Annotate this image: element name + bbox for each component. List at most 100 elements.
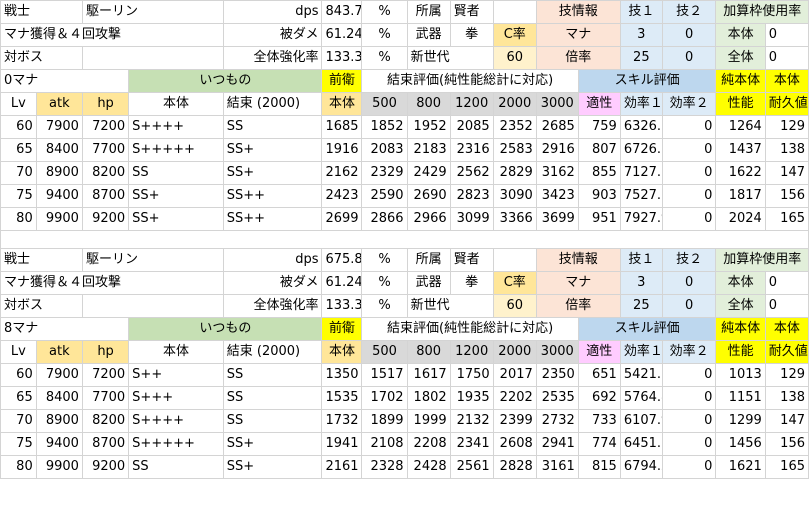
all-label[interactable]: 全体 — [715, 46, 766, 70]
empty-cell[interactable] — [492, 0, 537, 24]
data-cell[interactable]: 6107.9 — [619, 409, 663, 433]
data-cell[interactable]: 2085 — [449, 115, 494, 139]
damage-label[interactable]: 被ダメ — [222, 271, 323, 295]
column-header[interactable]: 2000 — [492, 92, 537, 116]
skill-eval-header[interactable]: スキル評価 — [577, 69, 717, 93]
data-cell[interactable]: 129 — [764, 363, 809, 387]
strength-label[interactable]: 全体強化率 — [222, 46, 323, 70]
data-cell[interactable]: 8200 — [81, 161, 130, 185]
data-cell[interactable]: 3162 — [535, 161, 579, 185]
data-cell[interactable]: 6451.1 — [619, 432, 663, 456]
column-header[interactable]: Lv — [0, 340, 37, 364]
mana-label[interactable]: マナ — [535, 23, 621, 47]
data-cell[interactable]: 8400 — [35, 138, 83, 162]
column-header[interactable]: 効率１ — [619, 92, 663, 116]
multiplier-label[interactable]: 倍率 — [535, 294, 621, 318]
damage-label[interactable]: 被ダメ — [222, 23, 323, 47]
data-cell[interactable]: 2202 — [492, 386, 537, 410]
crit-rate-label[interactable]: C率 — [492, 271, 537, 295]
data-cell[interactable]: 138 — [764, 386, 809, 410]
data-cell[interactable]: 2941 — [535, 432, 579, 456]
data-cell[interactable]: 1517 — [361, 363, 408, 387]
data-cell[interactable]: 2429 — [406, 161, 451, 185]
data-cell[interactable]: 6794.2 — [619, 455, 663, 479]
crit-rate-label[interactable]: C率 — [492, 23, 537, 47]
data-cell[interactable]: 2399 — [492, 409, 537, 433]
data-cell[interactable]: S+++ — [128, 386, 224, 410]
dps-value[interactable]: 675.8 — [321, 248, 363, 272]
data-cell[interactable]: 0 — [661, 432, 717, 456]
front-header[interactable]: 前衛 — [321, 317, 363, 341]
weapon-label[interactable]: 武器 — [406, 271, 451, 295]
column-header[interactable]: 800 — [406, 340, 451, 364]
skill-eval-header[interactable]: スキル評価 — [577, 317, 717, 341]
dps-value[interactable]: 843.7 — [321, 0, 363, 24]
data-cell[interactable]: 2608 — [492, 432, 537, 456]
column-header[interactable]: 効率２ — [661, 92, 717, 116]
data-cell[interactable]: 8700 — [81, 432, 130, 456]
weapon-value[interactable]: 拳 — [449, 271, 494, 295]
column-header[interactable]: 耐久値 — [764, 92, 809, 116]
data-cell[interactable]: 3099 — [449, 207, 494, 231]
skill2-mana[interactable]: 0 — [661, 271, 717, 295]
data-cell[interactable]: 1802 — [406, 386, 451, 410]
usual-header[interactable]: いつもの — [128, 69, 323, 93]
data-cell[interactable]: 2828 — [492, 455, 537, 479]
data-cell[interactable]: 2583 — [492, 138, 537, 162]
data-cell[interactable]: 1437 — [715, 138, 766, 162]
column-header[interactable]: hp — [81, 340, 130, 364]
skill-info-header[interactable]: 技情報 — [535, 0, 621, 24]
data-cell[interactable]: 70 — [0, 409, 37, 433]
skill2-header[interactable]: 技２ — [661, 248, 717, 272]
target-cell[interactable]: 対ボス — [0, 46, 83, 70]
data-cell[interactable]: 7927.9 — [619, 207, 663, 231]
data-cell[interactable]: 2699 — [321, 207, 363, 231]
data-cell[interactable]: 1350 — [321, 363, 363, 387]
data-cell[interactable]: 1013 — [715, 363, 766, 387]
data-cell[interactable]: 1935 — [449, 386, 494, 410]
data-cell[interactable]: 2916 — [535, 138, 579, 162]
data-cell[interactable]: 1899 — [361, 409, 408, 433]
data-cell[interactable]: 1264 — [715, 115, 766, 139]
data-cell[interactable]: 2423 — [321, 184, 363, 208]
skill1-multiplier[interactable]: 25 — [619, 46, 663, 70]
data-cell[interactable]: 2350 — [535, 363, 579, 387]
skill2-header[interactable]: 技２ — [661, 0, 717, 24]
data-cell[interactable]: 8900 — [35, 161, 83, 185]
data-cell[interactable]: 1617 — [406, 363, 451, 387]
data-cell[interactable]: 2866 — [361, 207, 408, 231]
column-header[interactable]: 適性 — [577, 340, 621, 364]
mana-section-label[interactable]: 0マナ — [0, 69, 130, 93]
data-cell[interactable]: 60 — [0, 363, 37, 387]
data-cell[interactable]: 0 — [661, 409, 717, 433]
percent-cell[interactable]: % — [361, 271, 408, 295]
class-cell[interactable]: 戦士 — [0, 0, 83, 24]
affiliation-label[interactable]: 所属 — [406, 248, 451, 272]
strength-value[interactable]: 133.3 — [321, 46, 363, 70]
affiliation-label[interactable]: 所属 — [406, 0, 451, 24]
data-cell[interactable]: 2132 — [449, 409, 494, 433]
column-header[interactable]: 効率１ — [619, 340, 663, 364]
data-cell[interactable]: 1685 — [321, 115, 363, 139]
data-cell[interactable]: 0 — [661, 363, 717, 387]
data-cell[interactable]: 156 — [764, 184, 809, 208]
percent-cell[interactable]: % — [361, 23, 408, 47]
data-cell[interactable]: 80 — [0, 207, 37, 231]
data-cell[interactable]: 2208 — [406, 432, 451, 456]
crit-rate-value[interactable]: 60 — [492, 294, 537, 318]
data-cell[interactable]: 2017 — [492, 363, 537, 387]
skill1-mana[interactable]: 3 — [619, 23, 663, 47]
target-cell[interactable]: 対ボス — [0, 294, 83, 318]
empty-cell[interactable] — [492, 248, 537, 272]
body-header[interactable]: 本体 — [764, 317, 809, 341]
data-cell[interactable]: 8200 — [81, 409, 130, 433]
data-cell[interactable]: 165 — [764, 455, 809, 479]
column-header[interactable]: hp — [81, 92, 130, 116]
data-cell[interactable]: 2823 — [449, 184, 494, 208]
body-label[interactable]: 本体 — [715, 23, 766, 47]
data-cell[interactable]: 2083 — [361, 138, 408, 162]
data-cell[interactable]: 8400 — [35, 386, 83, 410]
data-cell[interactable]: 75 — [0, 432, 37, 456]
data-cell[interactable]: 60 — [0, 115, 37, 139]
data-cell[interactable]: 9400 — [35, 432, 83, 456]
